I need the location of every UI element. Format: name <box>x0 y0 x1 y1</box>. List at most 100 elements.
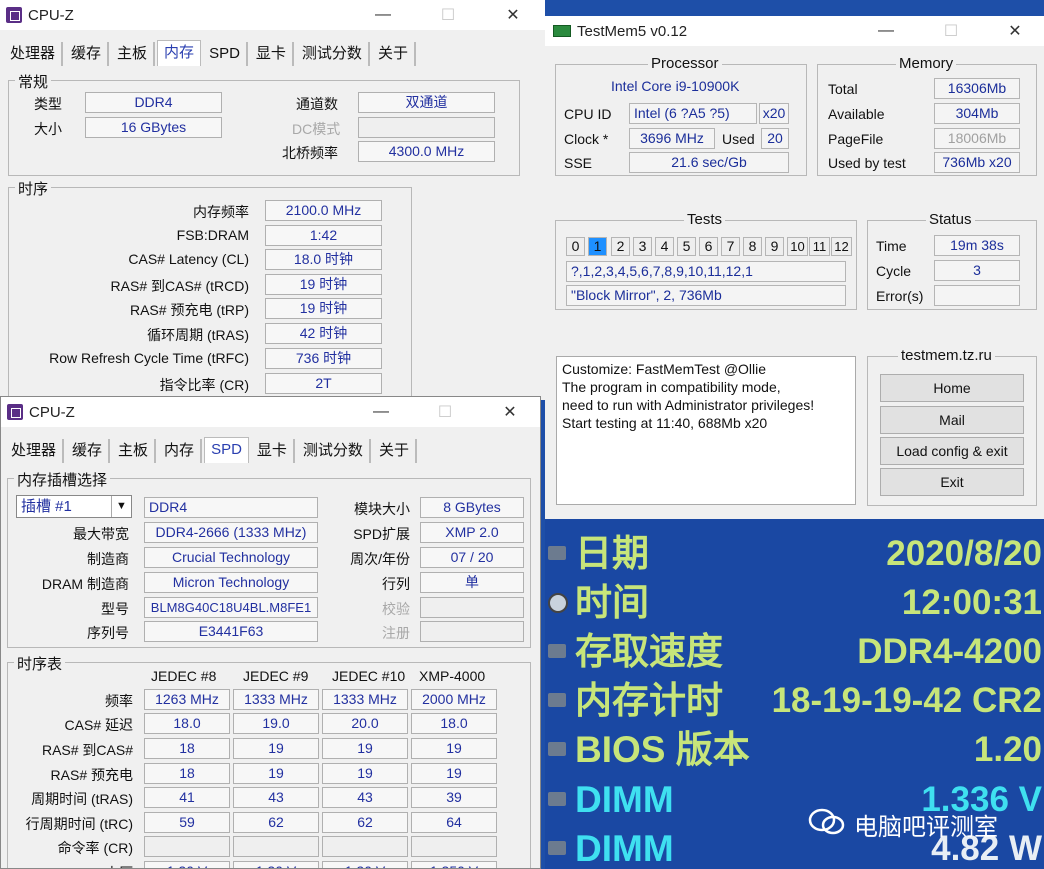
test-button[interactable]: 10 <box>787 237 808 256</box>
test-button[interactable]: 6 <box>699 237 718 256</box>
timing-value: 19 时钟 <box>265 274 382 295</box>
test-button[interactable]: 7 <box>721 237 740 256</box>
timing-cell: 19 <box>411 763 497 784</box>
tab-cache[interactable]: 缓存 <box>65 42 110 66</box>
timing-cell: 19 <box>322 738 408 759</box>
testmem-app-icon <box>553 25 571 37</box>
spd-left-label: 序列号 <box>87 625 129 641</box>
tab-mainboard[interactable]: 主板 <box>112 439 157 463</box>
tab-mainboard[interactable]: 主板 <box>111 42 156 66</box>
cpu-id-value: Intel (6 ?A5 ?5) <box>629 103 757 124</box>
timing-value: 18.0 时钟 <box>265 249 382 270</box>
timings-group-label: 时序 <box>15 178 52 199</box>
spd-right-label: 注册 <box>382 625 410 641</box>
tab-cache[interactable]: 缓存 <box>66 439 111 463</box>
exit-button[interactable]: Exit <box>880 468 1024 496</box>
close-icon[interactable]: ✕ <box>487 397 533 427</box>
timing-row-label: 周期时间 (tRAS) <box>31 791 133 807</box>
mail-button[interactable]: Mail <box>880 406 1024 434</box>
tab-spd[interactable]: SPD <box>203 42 248 66</box>
timing-cell: 64 <box>411 812 497 833</box>
timing-row-label: 频率 <box>105 693 133 709</box>
timing-value: 2100.0 MHz <box>265 200 382 221</box>
close-icon[interactable]: ✕ <box>992 16 1038 46</box>
test-button[interactable]: 4 <box>655 237 674 256</box>
log-line: Customize: FastMemTest @Ollie <box>562 361 767 377</box>
cpuz-title-bar[interactable]: CPU-Z — ☐ ✕ <box>0 0 545 30</box>
timing-cell: 19 <box>411 738 497 759</box>
timing-table-group-label: 时序表 <box>14 653 66 674</box>
timing-cell: 1263 MHz <box>144 689 230 710</box>
timing-label: 内存频率 <box>193 204 249 220</box>
window-title: CPU-Z <box>29 403 75 421</box>
tab-memory[interactable]: 内存 <box>158 439 203 463</box>
processor-group-label: Processor <box>648 55 722 72</box>
mem-pagefile-label: PageFile <box>828 131 884 147</box>
minimize-icon[interactable]: — <box>863 16 909 46</box>
info-row-bios: BIOS 版本 1.20 <box>545 727 1044 775</box>
timing-label: 循环周期 (tRAS) <box>147 327 249 343</box>
memory-icon <box>548 693 566 707</box>
spd-right-value <box>420 621 524 642</box>
sse-label: SSE <box>564 155 593 171</box>
tab-memory[interactable]: 内存 <box>157 40 202 66</box>
spd-left-value: Micron Technology <box>144 572 318 593</box>
cpuz-app-icon <box>6 7 22 23</box>
minimize-icon[interactable]: — <box>358 397 404 427</box>
tab-about[interactable]: 关于 <box>373 439 417 463</box>
slot-select[interactable]: 插槽 #1 ▼ <box>16 495 132 518</box>
close-icon[interactable]: ✕ <box>490 0 536 30</box>
errors-value <box>934 285 1020 306</box>
timing-cell: 18.0 <box>411 713 497 734</box>
load-config-exit-button[interactable]: Load config & exit <box>880 437 1024 465</box>
timing-cell: 1.20 V <box>144 861 230 868</box>
info-value: 2020/8/20 <box>886 534 1042 573</box>
tab-about[interactable]: 关于 <box>372 42 416 66</box>
timing-col-header: JEDEC #8 <box>151 668 217 684</box>
test-button[interactable]: 3 <box>633 237 652 256</box>
test-button[interactable]: 2 <box>611 237 630 256</box>
timing-row-label: 电压 <box>105 863 133 868</box>
timing-cell: 43 <box>322 787 408 808</box>
chevron-down-icon[interactable]: ▼ <box>111 496 131 517</box>
cycle-label: Cycle <box>876 263 912 279</box>
tab-graphics[interactable]: 显卡 <box>250 42 294 66</box>
minimize-icon[interactable]: — <box>360 0 406 30</box>
tab-spd[interactable]: SPD <box>204 437 249 463</box>
test-button[interactable]: 5 <box>677 237 696 256</box>
log-area[interactable]: Customize: FastMemTest @Ollie The progra… <box>556 356 856 505</box>
tab-graphics[interactable]: 显卡 <box>251 439 295 463</box>
test-button[interactable]: 12 <box>831 237 852 256</box>
timing-cell <box>144 836 230 857</box>
memory-icon <box>548 841 566 855</box>
test-button[interactable]: 0 <box>566 237 585 256</box>
timing-cell: 18.0 <box>144 713 230 734</box>
tab-processor[interactable]: 处理器 <box>5 439 65 463</box>
test-button[interactable]: 9 <box>765 237 784 256</box>
timing-cell <box>322 836 408 857</box>
timing-row-label: CAS# 延迟 <box>64 717 133 733</box>
timing-cell: 19 <box>233 738 319 759</box>
home-button[interactable]: Home <box>880 374 1024 402</box>
spd-right-value: 8 GBytes <box>420 497 524 518</box>
timing-cell: 19 <box>322 763 408 784</box>
cpuz-spd-title-bar[interactable]: CPU-Z — ☐ ✕ <box>1 397 540 427</box>
timing-label: RAS# 预充电 (tRP) <box>129 302 249 318</box>
maximize-icon: ☐ <box>440 7 456 24</box>
test-button[interactable]: 8 <box>743 237 762 256</box>
test-button-active[interactable]: 1 <box>588 237 607 256</box>
testmem-title-bar[interactable]: TestMem5 v0.12 — ☐ ✕ <box>545 16 1044 46</box>
tab-bench[interactable]: 测试分数 <box>297 439 371 463</box>
cpuz-memory-window: CPU-Z — ☐ ✕ 处理器 缓存 主板 内存 SPD 显卡 测试分数 关于 … <box>0 0 545 400</box>
info-value: 18-19-19-42 CR2 <box>771 681 1042 720</box>
mem-available-value: 304Mb <box>934 103 1020 124</box>
tab-bench[interactable]: 测试分数 <box>296 42 370 66</box>
tab-processor[interactable]: 处理器 <box>4 42 64 66</box>
cycle-value: 3 <box>934 260 1020 281</box>
spd-right-value: XMP 2.0 <box>420 522 524 543</box>
spd-right-label: 模块大小 <box>354 501 410 517</box>
info-key: DIMM <box>575 828 674 869</box>
test-button[interactable]: 11 <box>809 237 830 256</box>
mem-total-label: Total <box>828 81 858 97</box>
type-label: 类型 <box>34 96 62 112</box>
